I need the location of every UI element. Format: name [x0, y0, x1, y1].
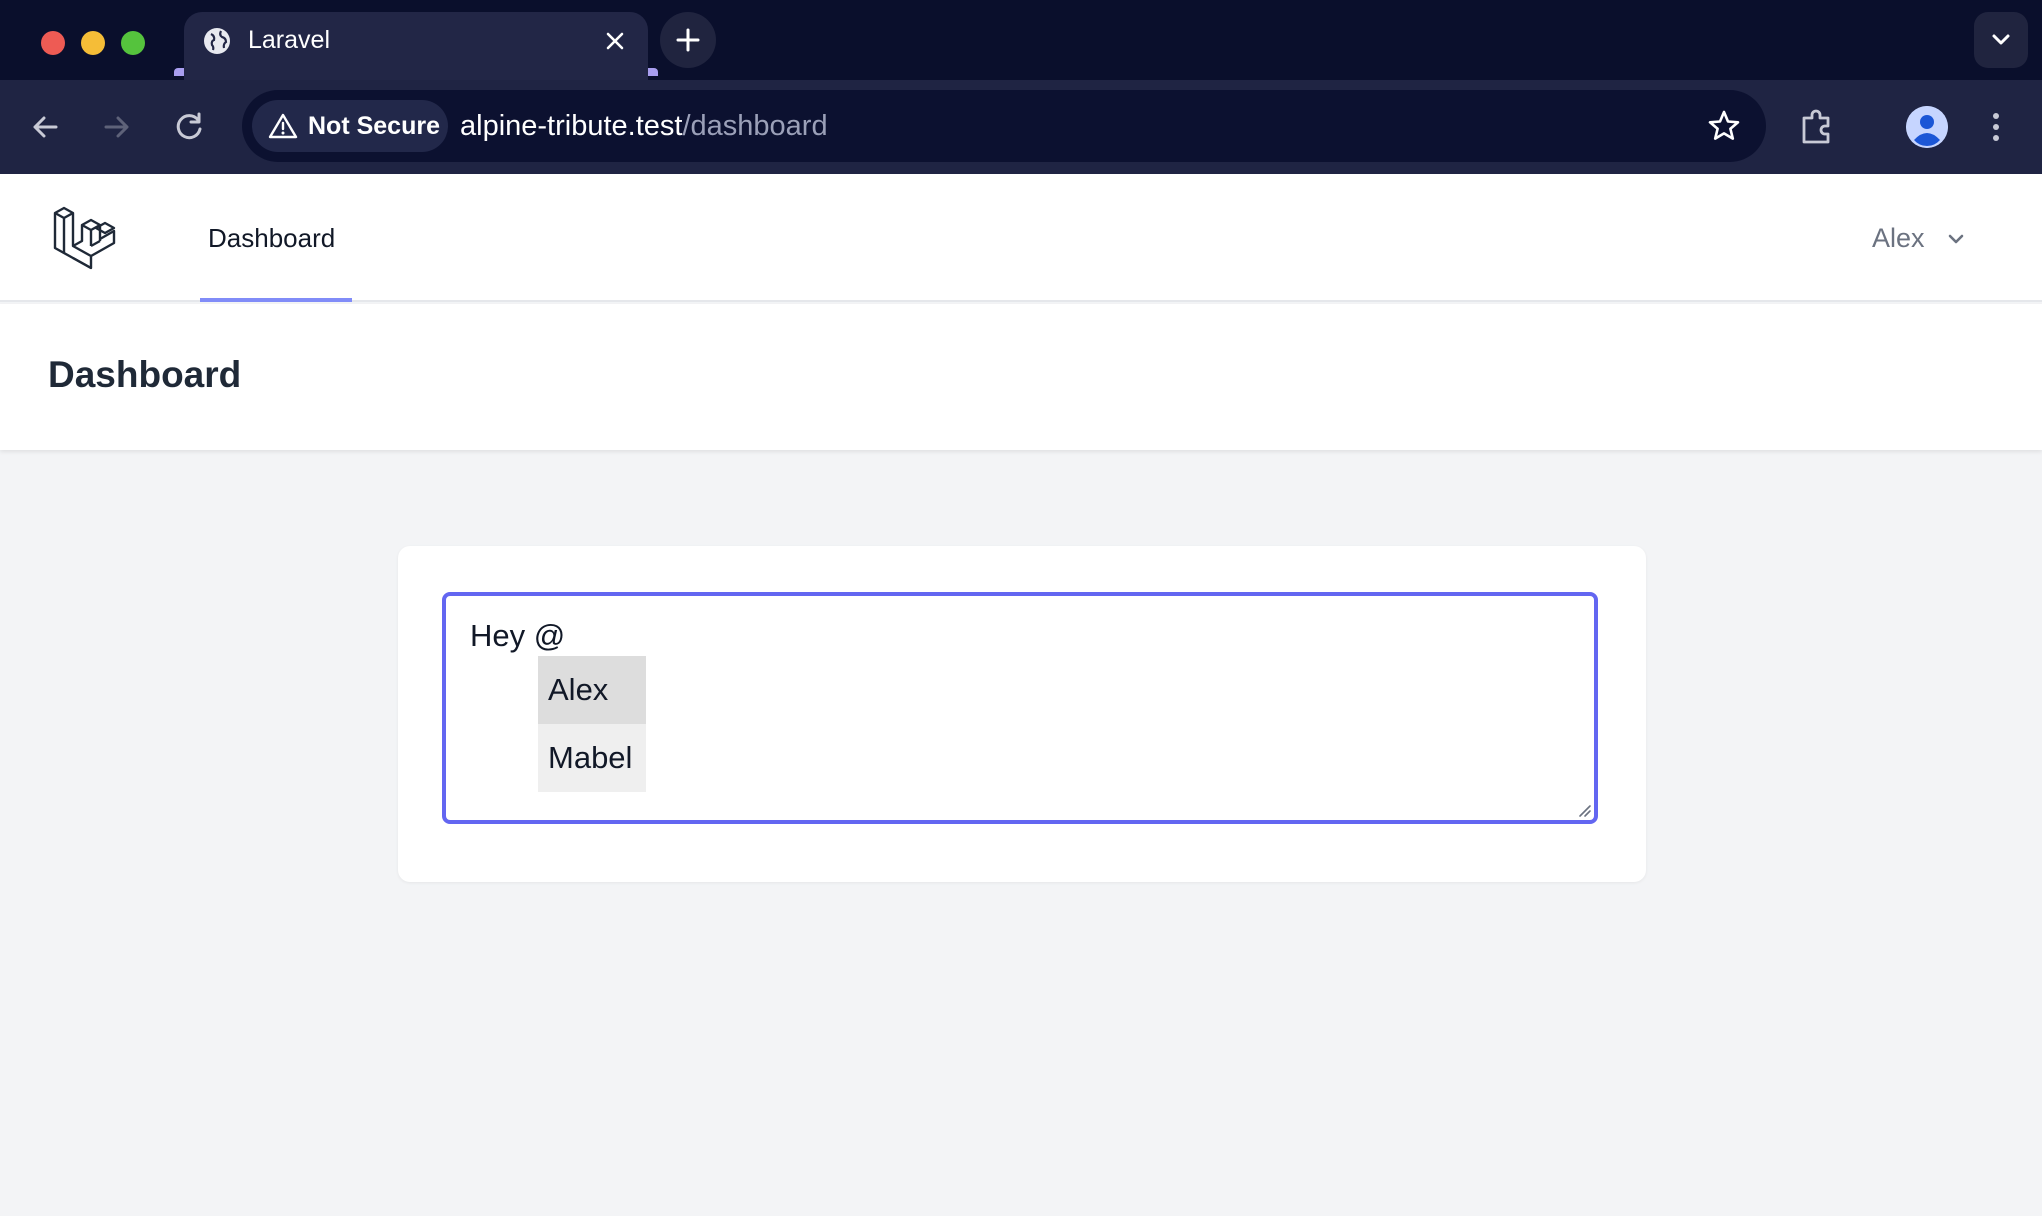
- mention-suggestions: Alex Mabel: [538, 656, 646, 792]
- tab-search-button[interactable]: [1974, 12, 2028, 68]
- reload-icon[interactable]: [168, 106, 210, 148]
- tab-title: Laravel: [248, 26, 330, 54]
- close-window-button[interactable]: [41, 31, 65, 55]
- security-label: Not Secure: [308, 112, 440, 140]
- page-content: Dashboard Alex Dashboard Hey @ Alex Mabe…: [0, 174, 2042, 1216]
- close-tab-icon[interactable]: [602, 28, 628, 54]
- nav-link-dashboard[interactable]: Dashboard: [200, 174, 352, 302]
- back-arrow-icon[interactable]: [24, 106, 66, 148]
- app-navigation: Dashboard Alex: [0, 174, 2042, 302]
- person-icon: [1906, 106, 1948, 148]
- browser-window: Laravel Not Secure alpine-tribute.test/d…: [0, 0, 2042, 1216]
- page-header: Dashboard: [0, 304, 2042, 450]
- maximize-window-button[interactable]: [121, 31, 145, 55]
- user-name: Alex: [1872, 223, 1925, 253]
- more-vertical-icon[interactable]: [1986, 106, 2006, 148]
- browser-toolbar: Not Secure alpine-tribute.test/dashboard: [0, 80, 2042, 174]
- url-path: /dashboard: [682, 110, 828, 142]
- textarea-content: Hey @: [470, 618, 566, 653]
- editor-card: Hey @ Alex Mabel: [398, 546, 1646, 882]
- bookmark-star-icon[interactable]: [1706, 108, 1742, 144]
- chevron-down-icon: [1992, 34, 2010, 45]
- url-host: alpine-tribute.test: [460, 110, 683, 142]
- mention-option-alex[interactable]: Alex: [538, 656, 646, 724]
- extensions-puzzle-icon[interactable]: [1796, 106, 1838, 148]
- profile-avatar[interactable]: [1906, 106, 1948, 148]
- warning-icon: [268, 113, 298, 139]
- url-text[interactable]: alpine-tribute.test/dashboard: [460, 108, 828, 144]
- resize-handle-icon[interactable]: [1576, 802, 1592, 818]
- user-menu-dropdown[interactable]: Alex: [1872, 220, 1964, 256]
- new-tab-button[interactable]: [660, 12, 716, 68]
- minimize-window-button[interactable]: [81, 31, 105, 55]
- address-bar[interactable]: Not Secure alpine-tribute.test/dashboard: [242, 90, 1766, 162]
- laravel-logo-icon[interactable]: [52, 204, 118, 270]
- forward-arrow-icon[interactable]: [96, 106, 138, 148]
- mention-textarea[interactable]: Hey @ Alex Mabel: [442, 592, 1598, 824]
- tab-strip: Laravel: [0, 0, 2042, 80]
- page-title: Dashboard: [48, 354, 242, 395]
- globe-icon: [204, 28, 230, 54]
- nav-link-label: Dashboard: [208, 223, 336, 253]
- security-indicator[interactable]: Not Secure: [252, 100, 448, 152]
- browser-tab[interactable]: Laravel: [184, 12, 648, 80]
- mention-option-mabel[interactable]: Mabel: [538, 724, 646, 792]
- plus-icon: [676, 28, 700, 52]
- chevron-down-icon: [1948, 234, 1964, 244]
